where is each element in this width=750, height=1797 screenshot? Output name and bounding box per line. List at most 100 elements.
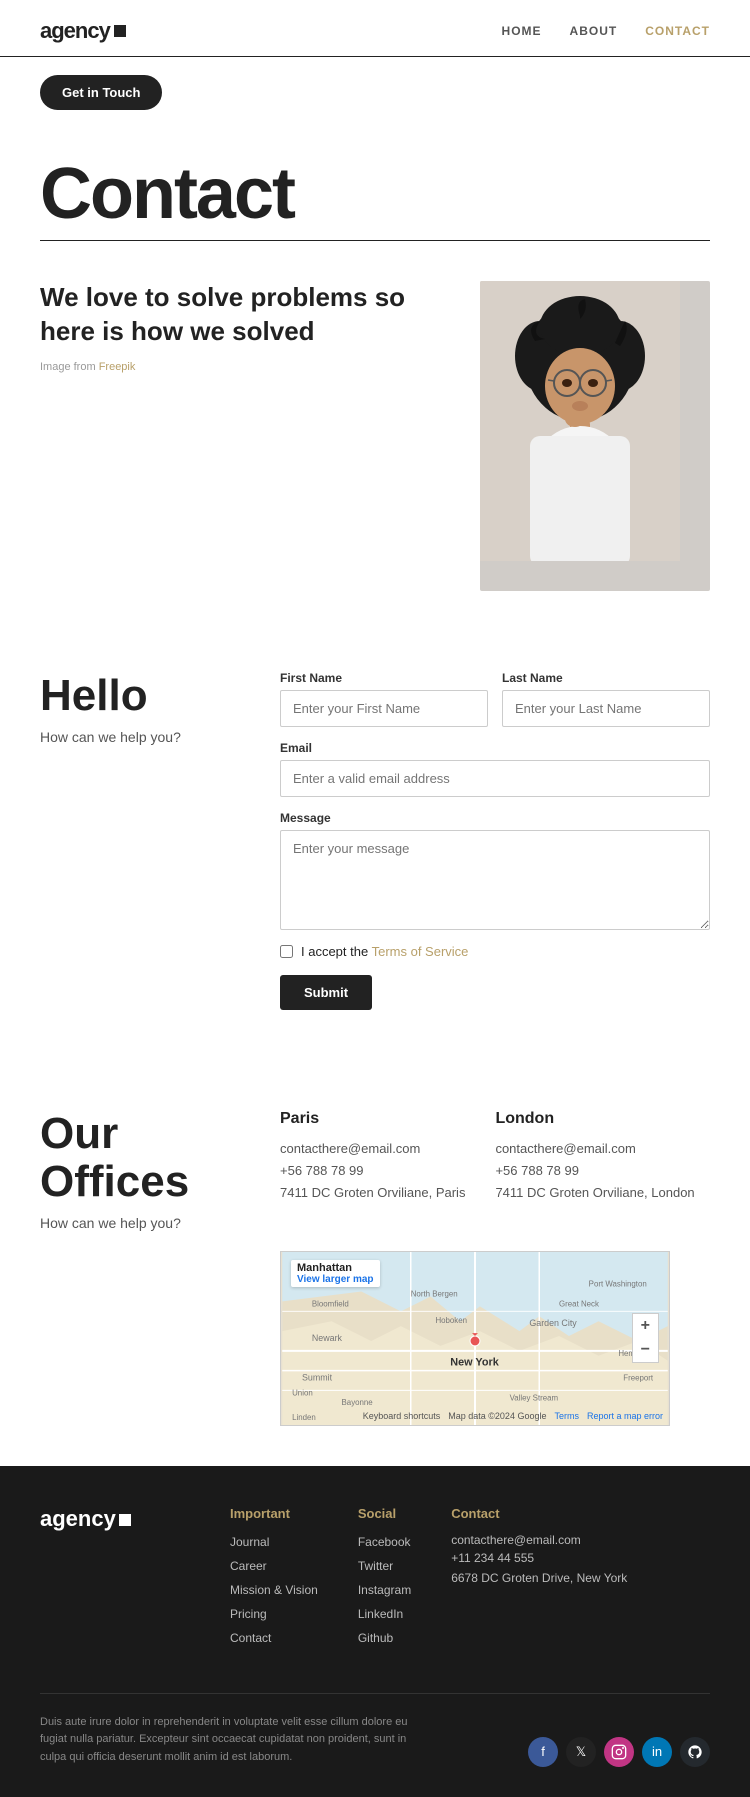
footer-logo: agency — [40, 1506, 190, 1653]
nav-about[interactable]: ABOUT — [570, 24, 618, 38]
name-row: First Name Last Name — [280, 671, 710, 727]
map-label: Manhattan View larger map — [291, 1260, 380, 1287]
last-name-group: Last Name — [502, 671, 710, 727]
paris-address: 7411 DC Groten Orviliane, Paris — [280, 1182, 465, 1204]
footer-contact-col: Contact contacthere@email.com +11 234 44… — [451, 1506, 627, 1653]
navbar: agency HOME ABOUT CONTACT — [0, 0, 750, 57]
offices-left: Our Offices How can we help you? — [40, 1110, 240, 1231]
office-paris: Paris contacthere@email.com +56 788 78 9… — [280, 1110, 465, 1231]
footer-important-heading: Important — [230, 1506, 318, 1521]
footer-logo-box-icon — [119, 1514, 131, 1526]
svg-text:Union: Union — [292, 1388, 313, 1397]
view-larger-map-link[interactable]: View larger map — [297, 1274, 374, 1285]
form-section: Hello How can we help you? First Name La… — [0, 631, 750, 1070]
last-name-input[interactable] — [502, 690, 710, 727]
london-heading: London — [495, 1110, 694, 1128]
last-name-label: Last Name — [502, 671, 710, 685]
social-icon-facebook[interactable]: f — [528, 1737, 558, 1767]
office-london: London contacthere@email.com +56 788 78 … — [495, 1110, 694, 1231]
first-name-label: First Name — [280, 671, 488, 685]
svg-text:Great Neck: Great Neck — [559, 1299, 599, 1308]
paris-email: contacthere@email.com — [280, 1138, 465, 1160]
map-terms[interactable]: Terms — [554, 1411, 579, 1421]
form-subtext: How can we help you? — [40, 729, 240, 745]
hero-title: We love to solve problems so here is how… — [40, 281, 450, 349]
footer-body-text: Duis aute irure dolor in reprehenderit i… — [40, 1714, 420, 1767]
message-label: Message — [280, 811, 710, 825]
svg-text:Hoboken: Hoboken — [435, 1316, 467, 1325]
footer-contact-address: 6678 DC Groten Drive, New York — [451, 1569, 627, 1587]
svg-text:Garden City: Garden City — [529, 1318, 577, 1328]
contact-heading: Contact — [40, 158, 710, 230]
cta-section: Get in Touch — [0, 57, 750, 128]
svg-text:Newark: Newark — [312, 1333, 343, 1343]
footer-link-facebook[interactable]: Facebook — [358, 1535, 411, 1549]
map-data-credit: Map data ©2024 Google — [448, 1411, 546, 1421]
social-icon-instagram[interactable] — [604, 1737, 634, 1767]
image-credit: Image from Freepik — [40, 361, 450, 373]
terms-checkbox[interactable] — [280, 945, 293, 958]
social-icon-twitter[interactable]: 𝕏 — [566, 1737, 596, 1767]
map-report[interactable]: Report a map error — [587, 1411, 663, 1421]
email-row: Email — [280, 741, 710, 797]
offices-top: Our Offices How can we help you? Paris c… — [40, 1110, 710, 1231]
email-group: Email — [280, 741, 710, 797]
svg-text:Valley Stream: Valley Stream — [510, 1393, 559, 1402]
svg-text:Summit: Summit — [302, 1372, 333, 1382]
social-icon-linkedin[interactable]: in — [642, 1737, 672, 1767]
message-group: Message — [280, 811, 710, 930]
footer-contact-email: contacthere@email.com — [451, 1533, 627, 1547]
form-heading: Hello — [40, 671, 240, 721]
paris-phone: +56 788 78 99 — [280, 1160, 465, 1182]
offices-heading: Our Offices — [40, 1110, 240, 1207]
logo-box-icon — [114, 25, 126, 37]
email-input[interactable] — [280, 760, 710, 797]
hero-image — [480, 281, 710, 591]
footer-link-mission[interactable]: Mission & Vision — [230, 1583, 318, 1597]
footer-link-instagram[interactable]: Instagram — [358, 1583, 411, 1597]
map-footer: Keyboard shortcuts Map data ©2024 Google… — [281, 1411, 669, 1421]
form-left: Hello How can we help you? — [40, 671, 240, 1010]
get-in-touch-button[interactable]: Get in Touch — [40, 75, 162, 110]
footer-contact-heading: Contact — [451, 1506, 627, 1521]
offices-section: Our Offices How can we help you? Paris c… — [0, 1070, 750, 1466]
zoom-out-button[interactable]: − — [633, 1338, 658, 1362]
london-email: contacthere@email.com — [495, 1138, 694, 1160]
svg-text:Bayonne: Bayonne — [342, 1398, 374, 1407]
footer-link-career[interactable]: Career — [230, 1559, 267, 1573]
hero-section: We love to solve problems so here is how… — [0, 251, 750, 631]
submit-button[interactable]: Submit — [280, 975, 372, 1010]
nav-home[interactable]: HOME — [502, 24, 542, 38]
paris-heading: Paris — [280, 1110, 465, 1128]
nav-contact[interactable]: CONTACT — [645, 24, 710, 38]
footer-link-pricing[interactable]: Pricing — [230, 1607, 267, 1621]
map[interactable]: Newark New York Garden City Great Neck P… — [280, 1251, 670, 1426]
footer-social-col: Social Facebook Twitter Instagram Linked… — [358, 1506, 411, 1653]
footer-link-twitter[interactable]: Twitter — [358, 1559, 393, 1573]
svg-text:Bloomfield: Bloomfield — [312, 1299, 349, 1308]
terms-link[interactable]: Terms of Service — [372, 944, 469, 959]
london-address: 7411 DC Groten Orviliane, London — [495, 1182, 694, 1204]
zoom-in-button[interactable]: + — [633, 1314, 658, 1338]
first-name-input[interactable] — [280, 690, 488, 727]
offices-right: Paris contacthere@email.com +56 788 78 9… — [280, 1110, 710, 1231]
svg-text:Freeport: Freeport — [623, 1373, 654, 1382]
social-icon-github[interactable] — [680, 1737, 710, 1767]
footer-top: agency Important Journal Career Mission … — [40, 1506, 710, 1653]
svg-text:Port Washington: Port Washington — [589, 1279, 647, 1288]
heading-divider — [40, 240, 710, 241]
map-zoom-controls: + − — [632, 1313, 659, 1363]
form-right: First Name Last Name Email Message I ac — [280, 671, 710, 1010]
footer: agency Important Journal Career Mission … — [0, 1466, 750, 1797]
logo[interactable]: agency — [40, 18, 126, 44]
freepik-link[interactable]: Freepik — [99, 361, 136, 373]
map-keyboard-shortcuts: Keyboard shortcuts — [363, 1411, 441, 1421]
svg-text:New York: New York — [450, 1356, 499, 1368]
hero-image-svg — [480, 281, 680, 561]
map-container: Newark New York Garden City Great Neck P… — [280, 1251, 710, 1426]
footer-link-journal[interactable]: Journal — [230, 1535, 269, 1549]
contact-heading-section: Contact — [0, 128, 750, 251]
logo-text: agency — [40, 18, 110, 44]
footer-link-linkedin[interactable]: LinkedIn — [358, 1607, 403, 1621]
message-input[interactable] — [280, 830, 710, 930]
